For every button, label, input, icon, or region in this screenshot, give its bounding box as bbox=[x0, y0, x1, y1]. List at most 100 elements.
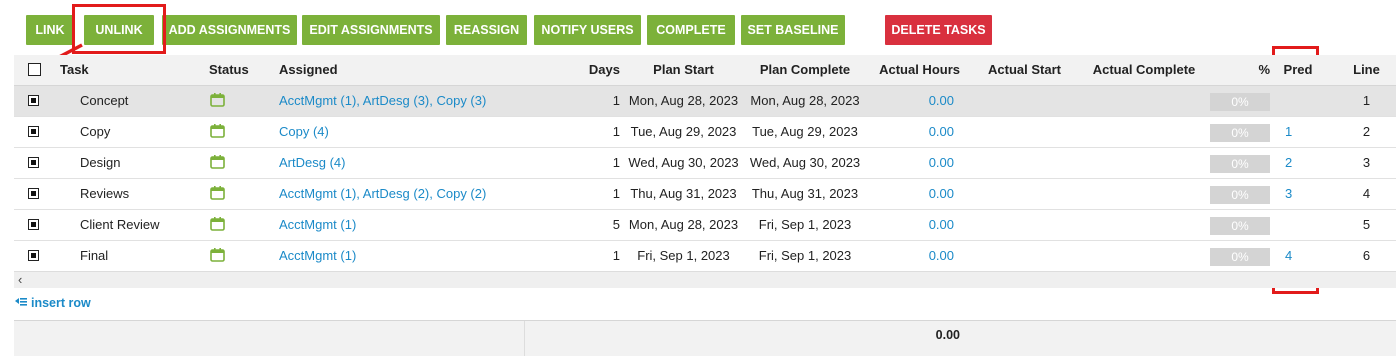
plan-complete-value[interactable]: Thu, Aug 31, 2023 bbox=[745, 179, 865, 209]
plan-complete-value[interactable]: Mon, Aug 28, 2023 bbox=[745, 86, 865, 116]
pred-link[interactable]: 4 bbox=[1285, 241, 1292, 271]
percent-complete-bar[interactable]: 0% bbox=[1210, 124, 1270, 142]
table-row[interactable]: Reviews AcctMgmt (1), ArtDesg (2), Copy (… bbox=[14, 179, 1396, 210]
actual-hours-link[interactable]: 0.00 bbox=[864, 179, 954, 209]
plan-complete-value[interactable]: Tue, Aug 29, 2023 bbox=[745, 117, 865, 147]
task-name[interactable]: Design bbox=[80, 148, 120, 178]
actual-start-value[interactable] bbox=[977, 179, 1072, 209]
plan-start-value[interactable]: Fri, Sep 1, 2023 bbox=[626, 241, 741, 271]
task-name[interactable]: Reviews bbox=[80, 179, 129, 209]
col-header-line[interactable]: Line bbox=[1344, 55, 1389, 85]
calendar-icon[interactable] bbox=[210, 217, 225, 233]
plan-start-value[interactable]: Tue, Aug 29, 2023 bbox=[626, 117, 741, 147]
actual-hours-link[interactable]: 0.00 bbox=[864, 148, 954, 178]
assigned-link[interactable]: Copy (4) bbox=[279, 117, 329, 147]
row-checkbox[interactable] bbox=[28, 188, 39, 199]
days-value[interactable]: 5 bbox=[574, 210, 620, 240]
plan-start-value[interactable]: Mon, Aug 28, 2023 bbox=[626, 210, 741, 240]
row-checkbox[interactable] bbox=[28, 219, 39, 230]
actual-hours-link[interactable]: 0.00 bbox=[864, 117, 954, 147]
row-checkbox[interactable] bbox=[28, 250, 39, 261]
actual-complete-value[interactable] bbox=[1084, 86, 1204, 116]
col-header-actual-start[interactable]: Actual Start bbox=[977, 55, 1072, 85]
assigned-link[interactable]: AcctMgmt (1) bbox=[279, 241, 356, 271]
horizontal-scrollbar[interactable]: ‹ bbox=[14, 271, 1396, 288]
task-name[interactable]: Client Review bbox=[80, 210, 159, 240]
percent-complete-bar[interactable]: 0% bbox=[1210, 217, 1270, 235]
assigned-link[interactable]: AcctMgmt (1), ArtDesg (2), Copy (2) bbox=[279, 179, 486, 209]
insert-row-label[interactable]: insert row bbox=[31, 296, 91, 310]
calendar-icon[interactable] bbox=[210, 186, 225, 202]
calendar-icon[interactable] bbox=[210, 155, 225, 171]
pred-link[interactable]: 3 bbox=[1285, 179, 1292, 209]
actual-complete-value[interactable] bbox=[1084, 210, 1204, 240]
plan-complete-value[interactable]: Fri, Sep 1, 2023 bbox=[745, 241, 865, 271]
edit-assignments-button[interactable]: EDIT ASSIGNMENTS bbox=[302, 15, 440, 45]
assigned-link[interactable]: AcctMgmt (1), ArtDesg (3), Copy (3) bbox=[279, 86, 486, 116]
table-row[interactable]: Concept AcctMgmt (1), ArtDesg (3), Copy (… bbox=[14, 86, 1396, 117]
percent-complete-bar[interactable]: 0% bbox=[1210, 155, 1270, 173]
task-name[interactable]: Concept bbox=[80, 86, 128, 116]
add-assignments-button[interactable]: ADD ASSIGNMENTS bbox=[162, 15, 297, 45]
col-header-actual-complete[interactable]: Actual Complete bbox=[1084, 55, 1204, 85]
insert-row-link[interactable]: insert row bbox=[15, 296, 91, 310]
row-checkbox[interactable] bbox=[28, 157, 39, 168]
calendar-icon[interactable] bbox=[210, 124, 225, 140]
pred-link[interactable]: 1 bbox=[1285, 117, 1292, 147]
plan-start-value[interactable]: Wed, Aug 30, 2023 bbox=[626, 148, 741, 178]
delete-tasks-button[interactable]: DELETE TASKS bbox=[885, 15, 992, 45]
actual-hours-link[interactable]: 0.00 bbox=[864, 241, 954, 271]
plan-start-value[interactable]: Thu, Aug 31, 2023 bbox=[626, 179, 741, 209]
assigned-link[interactable]: AcctMgmt (1) bbox=[279, 210, 356, 240]
reassign-button[interactable]: REASSIGN bbox=[446, 15, 527, 45]
actual-complete-value[interactable] bbox=[1084, 241, 1204, 271]
percent-complete-bar[interactable]: 0% bbox=[1210, 248, 1270, 266]
plan-complete-value[interactable]: Wed, Aug 30, 2023 bbox=[745, 148, 865, 178]
actual-start-value[interactable] bbox=[977, 210, 1072, 240]
days-value[interactable]: 1 bbox=[574, 86, 620, 116]
col-header-actual-hours[interactable]: Actual Hours bbox=[864, 55, 960, 85]
pred-link[interactable]: 2 bbox=[1285, 148, 1292, 178]
col-header-assigned[interactable]: Assigned bbox=[279, 55, 338, 85]
row-checkbox[interactable] bbox=[28, 95, 39, 106]
col-header-plan-start[interactable]: Plan Start bbox=[626, 55, 741, 85]
actual-start-value[interactable] bbox=[977, 117, 1072, 147]
actual-start-value[interactable] bbox=[977, 86, 1072, 116]
days-value[interactable]: 1 bbox=[574, 241, 620, 271]
actual-complete-value[interactable] bbox=[1084, 117, 1204, 147]
days-value[interactable]: 1 bbox=[574, 179, 620, 209]
col-header-task[interactable]: Task bbox=[60, 55, 89, 85]
task-name[interactable]: Final bbox=[80, 241, 108, 271]
set-baseline-button[interactable]: SET BASELINE bbox=[741, 15, 845, 45]
plan-start-value[interactable]: Mon, Aug 28, 2023 bbox=[626, 86, 741, 116]
col-header-plan-complete[interactable]: Plan Complete bbox=[745, 55, 865, 85]
col-header-days[interactable]: Days bbox=[574, 55, 620, 85]
actual-complete-value[interactable] bbox=[1084, 148, 1204, 178]
table-row[interactable]: Design ArtDesg (4) 1 Wed, Aug 30, 2023 Wed, … bbox=[14, 148, 1396, 179]
percent-complete-bar[interactable]: 0% bbox=[1210, 186, 1270, 204]
actual-start-value[interactable] bbox=[977, 148, 1072, 178]
row-checkbox[interactable] bbox=[28, 126, 39, 137]
table-row[interactable]: Copy Copy (4) 1 Tue, Aug 29, 2023 Tue, Aug 2… bbox=[14, 117, 1396, 148]
complete-button[interactable]: COMPLETE bbox=[647, 15, 735, 45]
actual-hours-link[interactable]: 0.00 bbox=[864, 86, 954, 116]
table-row[interactable]: Final AcctMgmt (1) 1 Fri, Sep 1, 2023 Fri, S… bbox=[14, 241, 1396, 272]
table-row[interactable]: Client Review AcctMgmt (1) 5 Mon, Aug 28, 2… bbox=[14, 210, 1396, 241]
actual-start-value[interactable] bbox=[977, 241, 1072, 271]
days-value[interactable]: 1 bbox=[574, 148, 620, 178]
days-value[interactable]: 1 bbox=[574, 117, 620, 147]
scroll-left-icon[interactable]: ‹ bbox=[18, 272, 22, 287]
col-header-percent[interactable]: % bbox=[1244, 55, 1270, 85]
actual-hours-link[interactable]: 0.00 bbox=[864, 210, 954, 240]
notify-users-button[interactable]: NOTIFY USERS bbox=[534, 15, 641, 45]
task-name[interactable]: Copy bbox=[80, 117, 110, 147]
calendar-icon[interactable] bbox=[210, 248, 225, 264]
assigned-link[interactable]: ArtDesg (4) bbox=[279, 148, 345, 178]
calendar-icon[interactable] bbox=[210, 93, 225, 109]
select-all-checkbox[interactable] bbox=[28, 63, 41, 76]
plan-complete-value[interactable]: Fri, Sep 1, 2023 bbox=[745, 210, 865, 240]
actual-complete-value[interactable] bbox=[1084, 179, 1204, 209]
col-header-status[interactable]: Status bbox=[209, 55, 249, 85]
col-header-pred[interactable]: Pred bbox=[1276, 55, 1320, 85]
percent-complete-bar[interactable]: 0% bbox=[1210, 93, 1270, 111]
